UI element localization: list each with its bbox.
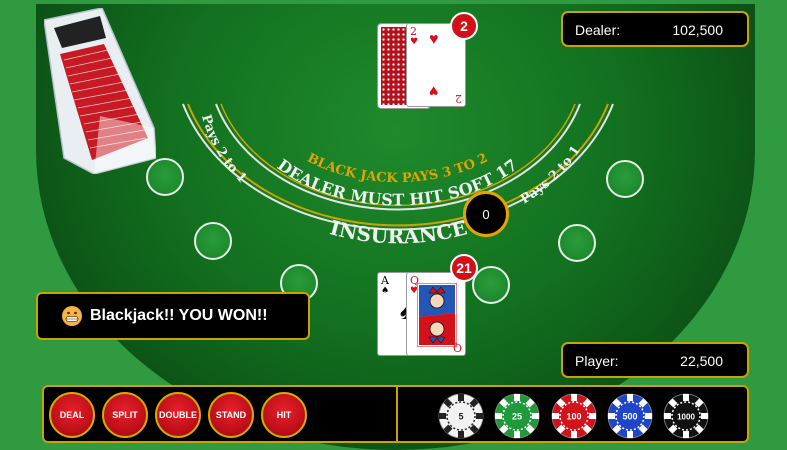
- player-balance-panel: Player: 22,500: [561, 342, 749, 378]
- queen-face-icon: [417, 283, 457, 347]
- chip-100[interactable]: 100: [551, 393, 597, 439]
- player-spot-4[interactable]: [472, 266, 510, 304]
- chip-1000[interactable]: 1000: [663, 393, 709, 439]
- hit-button[interactable]: HIT: [261, 392, 307, 438]
- card-suit-icon: ♥: [410, 37, 419, 47]
- player-label: Player:: [575, 353, 619, 369]
- table-text-insurance: INSURANCE: [327, 215, 469, 248]
- double-button[interactable]: DOUBLE: [155, 392, 201, 438]
- player-spot-5[interactable]: [558, 224, 596, 262]
- chip-value-label: 500: [622, 412, 637, 422]
- player-card-queen: Q ♥ Q: [406, 272, 466, 356]
- bar-divider: [396, 387, 398, 441]
- card-shoe: [43, 7, 157, 175]
- chip-value-label: 1000: [677, 413, 695, 422]
- dealer-label: Dealer:: [575, 22, 621, 38]
- grinning-face-icon: [62, 306, 82, 326]
- chip-25[interactable]: 25: [494, 393, 540, 439]
- player-balance: 22,500: [680, 353, 723, 369]
- chip-value-label: 25: [512, 412, 522, 422]
- split-button[interactable]: SPLIT: [102, 392, 148, 438]
- chip-value-label: 5: [458, 412, 463, 422]
- chip-500[interactable]: 500: [607, 393, 653, 439]
- heart-icon: ♥: [429, 31, 439, 48]
- chip-value-label: 100: [566, 412, 581, 422]
- control-bar: DEAL SPLIT DOUBLE STAND HIT 5 25 100 500…: [42, 385, 749, 443]
- dealer-score-badge: 2: [450, 12, 478, 40]
- result-message: Blackjack!! YOU WON!!: [36, 292, 310, 340]
- table-text-pays-left: Pays 2 to 1: [198, 113, 249, 186]
- chip-5[interactable]: 5: [438, 393, 484, 439]
- bet-spot[interactable]: 0: [463, 191, 509, 237]
- stand-button[interactable]: STAND: [208, 392, 254, 438]
- dealer-balance-panel: Dealer: 102,500: [561, 11, 749, 47]
- message-text: Blackjack!! YOU WON!!: [90, 307, 268, 324]
- table-text-pays-right: Pays 2 to 1: [518, 143, 584, 207]
- deal-button[interactable]: DEAL: [49, 392, 95, 438]
- player-spot-2[interactable]: [194, 222, 232, 260]
- player-spot-6[interactable]: [606, 160, 644, 198]
- player-score-badge: 21: [450, 254, 478, 282]
- dealer-balance: 102,500: [672, 22, 723, 38]
- heart-icon: ♥: [429, 82, 439, 99]
